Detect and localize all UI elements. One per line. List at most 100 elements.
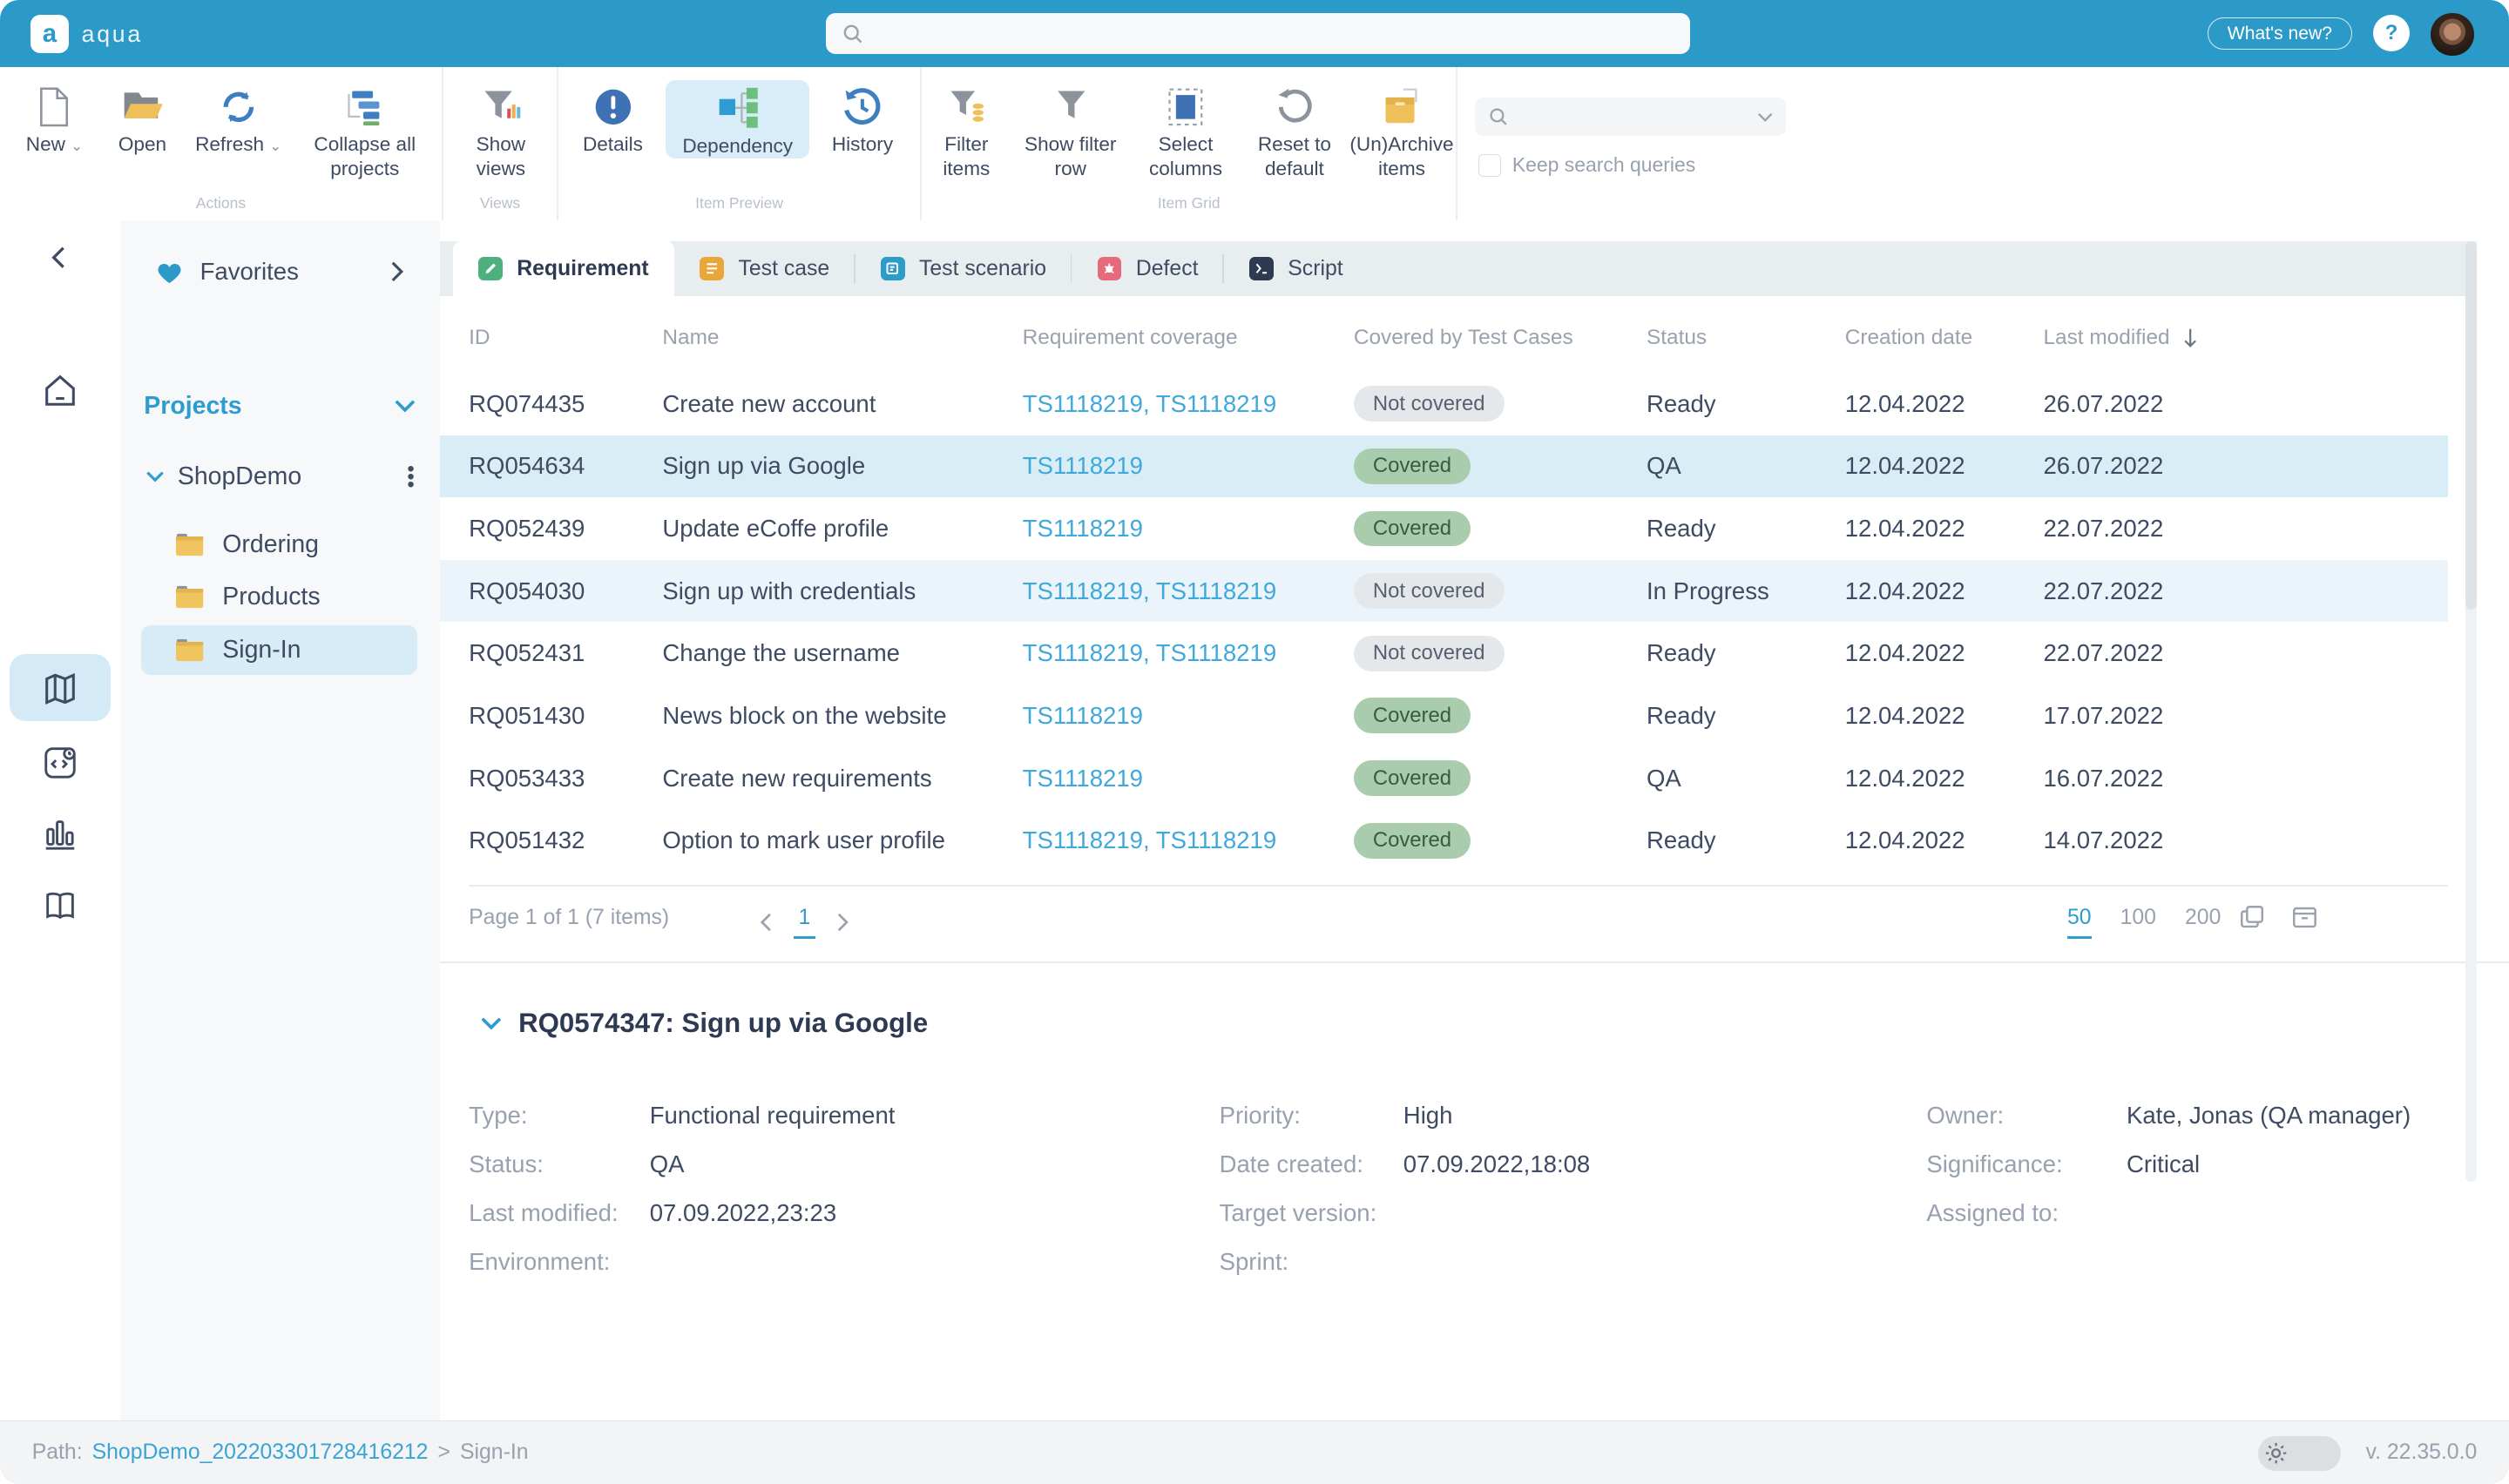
refresh-button[interactable]: Refresh ⌄ (186, 80, 291, 157)
aqua-logo-icon[interactable]: a (30, 14, 69, 53)
table-row[interactable]: RQ051430 News block on the website TS111… (440, 685, 2448, 747)
group-caption-item-preview: Item Preview (695, 194, 783, 212)
tab-label: Test case (738, 256, 830, 280)
detail-panel-header[interactable]: RQ0574347: Sign up via Google (480, 1008, 928, 1039)
chevron-down-icon[interactable] (145, 470, 165, 483)
project-node-shopdemo[interactable]: ShopDemo • • • (145, 458, 415, 495)
sort-descending-icon (2184, 328, 2197, 347)
next-page-icon[interactable] (836, 913, 849, 932)
table-row[interactable]: RQ053433 Create new requirements TS11182… (440, 747, 2448, 810)
test-case-icon (700, 256, 724, 281)
global-search-input[interactable] (825, 12, 1690, 55)
row-name: Update eCoffe profile (662, 515, 889, 542)
row-coverage-links[interactable]: TS1118219, TS1118219 (1023, 639, 1354, 667)
column-header-covered[interactable]: Covered by Test Cases (1354, 326, 1647, 350)
row-coverage-links[interactable]: TS1118219, TS1118219 (1023, 390, 1354, 418)
project-menu-kebab-icon[interactable]: • • • (407, 458, 414, 495)
detail-field: Priority: High (1220, 1091, 1591, 1140)
keep-search-queries-label: Keep search queries (1511, 153, 1696, 177)
nav-home-button[interactable] (40, 371, 80, 411)
archive-box-icon[interactable] (2289, 902, 2320, 933)
new-button[interactable]: New ⌄ (13, 80, 97, 157)
show-filter-row-button[interactable]: Show filter row (1011, 80, 1130, 181)
vertical-scrollbar[interactable] (2465, 241, 2478, 1183)
tab-test-case[interactable]: Test case (674, 241, 855, 295)
page-size-50[interactable]: 50 (2066, 906, 2092, 939)
checkbox-icon[interactable] (1478, 153, 1501, 177)
toolbar-group-item-preview: Details Dependency History Item Preview (558, 67, 920, 220)
column-header-status[interactable]: Status (1647, 326, 1845, 350)
table-row[interactable]: RQ054030 Sign up with credentials TS1118… (440, 559, 2449, 623)
table-row[interactable]: RQ054634 Sign up via Google TS1118219 Co… (440, 435, 2449, 498)
history-button[interactable]: History (813, 80, 912, 157)
open-button[interactable]: Open (103, 80, 183, 157)
dependency-button[interactable]: Dependency (666, 79, 810, 159)
column-header-id[interactable]: ID (469, 326, 662, 350)
tab-test-scenario[interactable]: Test scenario (855, 241, 1073, 295)
row-coverage-links[interactable]: TS1118219 (1023, 702, 1354, 730)
status-bar: Path: ShopDemo_202203301728416212 > Sign… (0, 1420, 2509, 1484)
chevron-right-icon[interactable] (390, 260, 405, 283)
path-project-link[interactable]: ShopDemo_202203301728416212 (92, 1440, 429, 1465)
filter-items-button[interactable]: Filter items (925, 80, 1009, 181)
row-coverage-links[interactable]: TS1118219, TS1118219 (1023, 826, 1354, 854)
page-number[interactable]: 1 (794, 906, 815, 939)
page-size-200[interactable]: 200 (2185, 906, 2221, 939)
table-row[interactable]: RQ051432 Option to mark user profile TS1… (440, 809, 2448, 872)
pagination-summary: Page 1 of 1 (7 items) (469, 905, 670, 929)
toolbar-separator (1456, 67, 1458, 221)
details-button[interactable]: Details (564, 80, 663, 157)
column-header-modified[interactable]: Last modified (2043, 326, 2448, 350)
chevron-down-icon[interactable] (480, 1016, 503, 1031)
table-row[interactable]: RQ052431 Change the username TS1118219, … (440, 622, 2448, 685)
folder-item[interactable]: Ordering (120, 518, 440, 571)
settings-toggle[interactable] (2257, 1435, 2342, 1471)
select-columns-button[interactable]: Select columns (1133, 80, 1238, 181)
user-avatar[interactable] (2431, 12, 2474, 57)
whats-new-button[interactable]: What's new? (2207, 17, 2352, 51)
column-header-name[interactable]: Name (662, 326, 1022, 350)
table-row[interactable]: RQ074435 Create new account TS1118219, T… (440, 373, 2448, 435)
detail-fields-col-1: Type: Functional requirement Status: QA Last… (469, 1091, 895, 1287)
nav-automation-button[interactable] (40, 742, 80, 782)
tab-script[interactable]: Script (1224, 241, 1369, 295)
projects-section-header[interactable]: Projects (144, 392, 416, 421)
column-header-coverage[interactable]: Requirement coverage (1023, 326, 1354, 350)
page-size-100[interactable]: 100 (2120, 906, 2156, 939)
collapse-all-projects-button[interactable]: Collapse all projects (294, 80, 436, 181)
collapse-sidebar-button[interactable] (47, 245, 72, 270)
chevron-down-icon[interactable] (394, 399, 416, 414)
row-coverage-links[interactable]: TS1118219 (1023, 515, 1354, 543)
row-created: 12.04.2022 (1844, 701, 1965, 729)
keep-search-queries-checkbox[interactable]: Keep search queries (1478, 153, 1695, 177)
show-views-button[interactable]: Show views (451, 80, 551, 181)
field-label: Assigned to: (1926, 1199, 2059, 1227)
unarchive-items-button[interactable]: (Un)Archive items (1349, 80, 1454, 181)
detail-field: Type: Functional requirement (469, 1091, 895, 1140)
row-coverage-links[interactable]: TS1118219 (1023, 452, 1354, 480)
nav-projects-button[interactable] (40, 669, 80, 709)
path-current-folder: Sign-In (459, 1440, 529, 1465)
row-coverage-links[interactable]: TS1118219 (1023, 765, 1354, 793)
help-button[interactable]: ? (2372, 14, 2411, 51)
column-header-created[interactable]: Creation date (1845, 326, 2044, 350)
favorites-section[interactable]: Favorites (120, 248, 440, 296)
nav-library-button[interactable] (40, 887, 80, 927)
field-value: QA (649, 1150, 685, 1177)
grid-search-input[interactable] (1475, 98, 1786, 137)
tab-requirement[interactable]: Requirement (452, 241, 675, 296)
row-coverage-links[interactable]: TS1118219, TS1118219 (1023, 577, 1354, 605)
detail-field: Owner: Kate, Jonas (QA manager) (1926, 1091, 2411, 1140)
table-row[interactable]: RQ052439 Update eCoffe profile TS1118219… (440, 497, 2448, 560)
reset-to-default-button[interactable]: Reset to default (1241, 80, 1347, 181)
nav-reports-button[interactable] (40, 814, 80, 854)
scrollbar-thumb[interactable] (2465, 241, 2478, 610)
folder-item[interactable]: Products (120, 571, 440, 624)
row-created: 12.04.2022 (1844, 764, 1965, 792)
copy-icon[interactable] (2237, 902, 2268, 933)
tab-defect[interactable]: Defect (1072, 241, 1224, 295)
previous-page-icon[interactable] (760, 913, 773, 932)
app-version: v. 22.35.0.0 (2365, 1440, 2478, 1465)
row-modified: 22.07.2022 (2043, 577, 2164, 604)
folder-item[interactable]: Sign-In (120, 624, 440, 677)
